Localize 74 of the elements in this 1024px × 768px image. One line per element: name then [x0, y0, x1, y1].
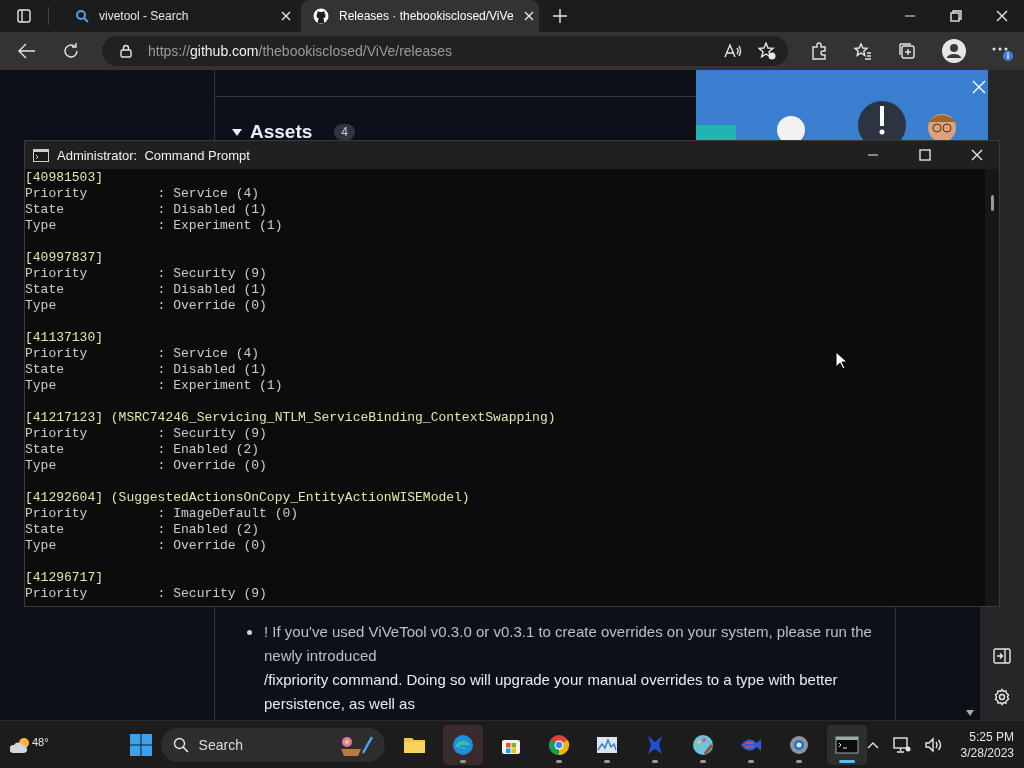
console-line: Priority : Service (4) [25, 186, 260, 202]
extensions-icon[interactable] [810, 42, 828, 60]
search-icon [75, 9, 89, 23]
browser-icon [546, 732, 571, 757]
console-line: State : Disabled (1) [25, 282, 267, 298]
console-line: Priority : Service (4) [25, 346, 260, 362]
chevron-up-icon[interactable] [866, 740, 879, 749]
browser-icon [450, 732, 475, 757]
feature-name: (SuggestedActionsOnCopy_EntityActionWISEModel) [110, 490, 470, 506]
close-icon[interactable] [996, 10, 1008, 22]
tab-actions-icon[interactable] [16, 8, 32, 24]
console-line: Type : Experiment (1) [25, 218, 283, 234]
back-icon[interactable] [18, 42, 36, 60]
paint-palette-icon [690, 732, 715, 757]
console-line: Type : Experiment (1) [25, 378, 283, 394]
weather-cloud-icon [10, 735, 32, 754]
console-line: State : Enabled (2) [25, 522, 260, 538]
console-line: Priority : Security (9) [25, 426, 267, 442]
console-icon [33, 148, 49, 162]
feature-id: [40997837] [25, 250, 103, 266]
release-note-text: ! If you've used ViVeTool v0.3.0 or v0.3.1 to create overrides on your system, please run the newly introduced [264, 622, 873, 666]
count-badge: 4 [334, 124, 355, 140]
feature-id: [41137130] [25, 330, 103, 346]
feature-name: (MSRC74246_Servicing_NTLM_ServiceBinding_ContextSwapping) [110, 410, 556, 426]
octocat-icon [313, 8, 329, 24]
taskbar-search[interactable]: Search [160, 727, 385, 762]
refresh-icon[interactable] [62, 42, 80, 60]
scrollbar-thumb[interactable] [990, 195, 994, 211]
console-line: Priority : Security (9) [25, 586, 267, 602]
url-text: https://github.com/thebookisclosed/ViVe/releases [148, 43, 453, 59]
bullet-dot [247, 630, 252, 635]
restore-icon[interactable] [950, 10, 962, 22]
release-note-text: /fixpriority command. Doing so will upgrade your manual overrides to a type with better persistence, as well as [264, 670, 839, 714]
start-icon[interactable] [128, 732, 153, 757]
hide-sidebar-icon[interactable] [993, 648, 1011, 664]
feature-id: [41292604] [25, 490, 103, 506]
scroll-down-icon[interactable] [966, 710, 974, 716]
console-line: Type : Override (0) [25, 538, 267, 554]
settings-icon[interactable] [993, 688, 1011, 706]
clock[interactable]: 5:25 PM 3/28/2023 [956, 728, 1014, 761]
feature-id: [41217123] [25, 410, 103, 426]
volume-icon[interactable] [924, 736, 943, 753]
address-bar[interactable]: https://github.com/thebookisclosed/ViVe/releases [102, 36, 788, 66]
assets-heading[interactable]: Assets [250, 121, 313, 143]
profile-avatar-icon[interactable] [942, 39, 966, 63]
lock-icon [120, 44, 132, 58]
close-icon[interactable] [971, 149, 983, 161]
console-line: State : Enabled (2) [25, 442, 260, 458]
close-icon[interactable] [523, 11, 534, 21]
network-icon[interactable] [892, 736, 911, 753]
favorites-icon[interactable] [854, 42, 872, 60]
console-line: State : Disabled (1) [25, 202, 267, 218]
read-aloud-icon[interactable] [724, 43, 742, 59]
new-tab-icon[interactable] [553, 9, 567, 23]
maximize-icon[interactable] [919, 149, 931, 161]
taskbar-app[interactable] [826, 724, 867, 765]
console-line: Priority : ImageDefault (0) [25, 506, 299, 522]
window-title: Administrator: Command Prompt [57, 147, 250, 163]
console-line: Type : Override (0) [25, 458, 267, 474]
collections-icon[interactable] [898, 42, 916, 60]
caret-down-icon[interactable] [232, 127, 242, 137]
search-icon [172, 736, 189, 753]
feature-id: [40981503] [25, 170, 103, 186]
close-icon[interactable] [281, 11, 291, 21]
console-line: Priority : Security (9) [25, 266, 267, 282]
mouse-pointer-icon [835, 351, 847, 370]
console-line: Type : Override (0) [25, 298, 267, 314]
temperature: 48° [32, 735, 49, 748]
taskbar-app[interactable] [442, 724, 483, 765]
browser-tab[interactable]: Releases · thebookisclosed/ViVe [301, 0, 539, 32]
browser-tab[interactable]: vivetool - Search [63, 0, 301, 32]
add-favorite-icon[interactable] [758, 42, 776, 60]
console-line: State : Disabled (1) [25, 362, 267, 378]
feature-id: [41296717] [25, 570, 103, 586]
